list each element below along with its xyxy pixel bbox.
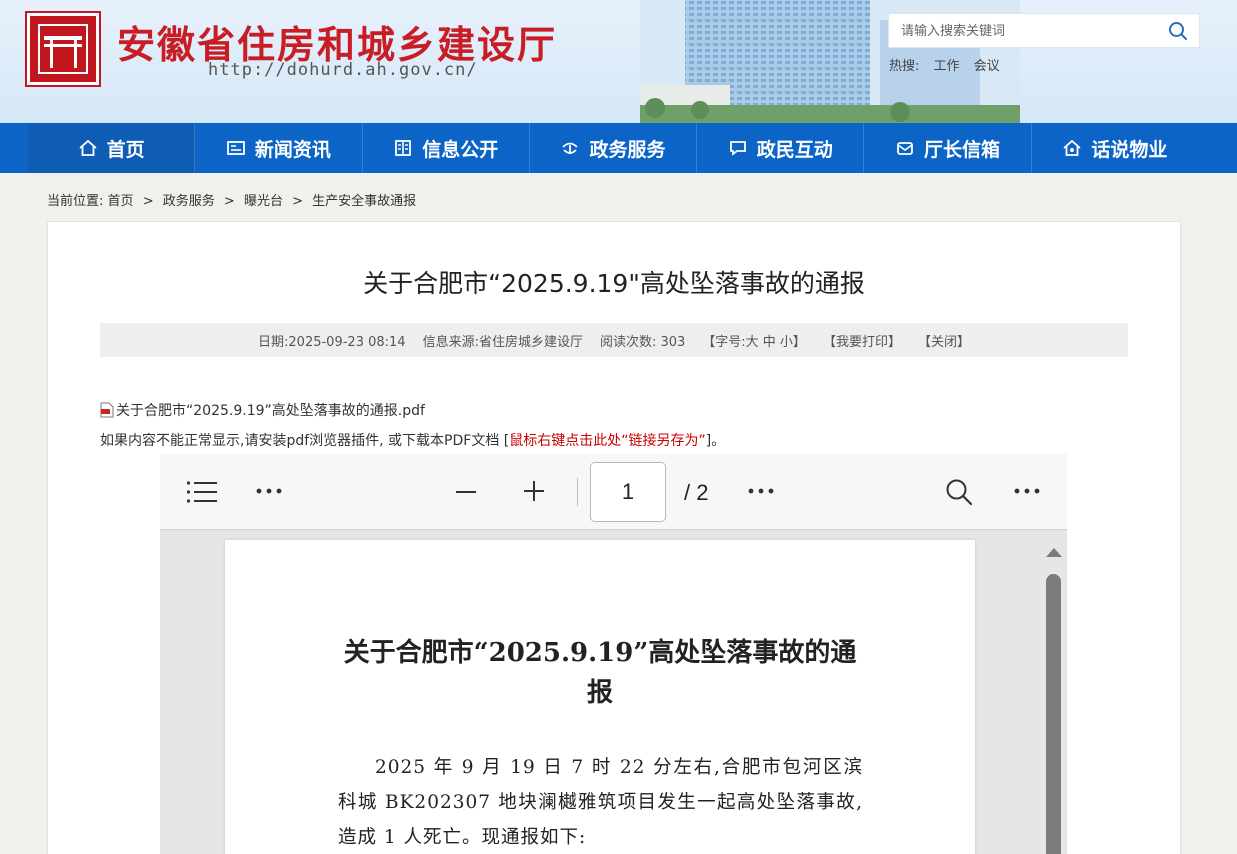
home-icon	[79, 139, 97, 156]
nav-item-home[interactable]: 首页	[28, 123, 196, 173]
zoom-out-icon[interactable]	[455, 481, 477, 503]
breadcrumb-item-home[interactable]: 首页	[108, 194, 134, 209]
search-box	[888, 13, 1200, 48]
breadcrumb-item-exposure[interactable]: 曝光台	[244, 194, 283, 209]
pdf-document-title: 关于合肥市“2025.9.19”高处坠落事故的通报	[343, 638, 857, 708]
pdf-attachment-name: 关于合肥市“2025.9.19”高处坠落事故的通报.pdf	[116, 403, 425, 419]
search-input[interactable]	[901, 21, 1161, 41]
site-header: 安徽省住房和城乡建设厅 http://dohurd.ah.gov.cn/ 热搜:…	[0, 0, 1237, 123]
book-icon	[395, 140, 412, 156]
nav-item-label: 政务服务	[589, 138, 666, 161]
mailbox-icon	[897, 142, 913, 155]
pdf-viewer: / 2 关于合肥市“2025.9.19”高处坠落事故的通报 2025 年 9 月…	[160, 454, 1067, 854]
page-number-input[interactable]	[590, 462, 666, 522]
nav-item-mailbox[interactable]: 厅长信箱	[864, 123, 1032, 173]
hot-search-term[interactable]: 工作	[934, 59, 960, 74]
close-link[interactable]: 【关闭】	[918, 331, 970, 350]
hot-search: 热搜: 工作 会议	[889, 55, 1010, 74]
nav-item-interaction[interactable]: 政民互动	[697, 123, 865, 173]
nav-item-label: 首页	[106, 138, 145, 161]
more-options-icon[interactable]	[1014, 487, 1040, 495]
nav-item-service[interactable]: 政务服务	[530, 123, 698, 173]
meta-date: 日期:2025-09-23 08:14	[258, 334, 406, 350]
nav-item-label: 厅长信箱	[924, 138, 1001, 161]
pdf-document-body: 2025 年 9 月 19 日 7 时 22 分左右,合肥市包河区滨科城 BK2…	[338, 757, 863, 848]
scroll-up-arrow-icon[interactable]	[1045, 546, 1063, 558]
notice-text: 如果内容不能正常显示,请安装pdf浏览器插件, 或下载本PDF文档 [	[100, 433, 510, 449]
outline-icon[interactable]	[186, 480, 218, 504]
breadcrumb-prefix: 当前位置:	[47, 194, 104, 209]
chat-icon	[729, 141, 746, 156]
breadcrumb-separator: >	[223, 194, 235, 209]
news-icon	[227, 141, 245, 155]
nav-item-label: 新闻资讯	[254, 138, 331, 161]
nav-item-label: 政民互动	[756, 138, 833, 161]
site-logo[interactable]	[25, 11, 101, 87]
print-link[interactable]: 【我要打印】	[823, 331, 901, 350]
breadcrumb-separator: >	[142, 194, 154, 209]
page-total: / 2	[684, 480, 709, 505]
more-options-icon[interactable]	[748, 487, 774, 495]
service-icon	[562, 142, 579, 154]
meta-source: 信息来源:省住房城乡建设厅	[422, 334, 583, 350]
property-icon	[1063, 139, 1081, 156]
search-icon[interactable]	[945, 478, 973, 506]
nav-item-disclosure[interactable]: 信息公开	[363, 123, 530, 173]
more-options-icon[interactable]	[256, 487, 282, 495]
breadcrumb-item-service[interactable]: 政务服务	[163, 194, 215, 209]
scrollbar-thumb[interactable]	[1046, 574, 1061, 854]
breadcrumb: 当前位置: 首页 > 政务服务 > 曝光台 > 生产安全事故通报	[47, 190, 416, 209]
main-nav: 首页 新闻资讯 信息公开 政务服务 政民互动 厅长信箱 话说物业	[0, 123, 1237, 173]
pdf-notice: 如果内容不能正常显示,请安装pdf浏览器插件, 或下载本PDF文档 [鼠标右键点…	[100, 430, 725, 450]
breadcrumb-item-accident-report[interactable]: 生产安全事故通报	[312, 194, 416, 209]
pdf-page: 关于合肥市“2025.9.19”高处坠落事故的通报 2025 年 9 月 19 …	[225, 540, 975, 854]
toolbar-divider	[577, 478, 578, 506]
zoom-in-icon[interactable]	[523, 480, 545, 502]
breadcrumb-separator: >	[292, 194, 303, 209]
hot-search-label: 热搜:	[889, 59, 920, 74]
hot-search-term[interactable]: 会议	[974, 59, 1000, 74]
pdf-attachment-link[interactable]: 关于合肥市“2025.9.19”高处坠落事故的通报.pdf	[100, 400, 425, 420]
download-link[interactable]: 鼠标右键点击此处“链接另存为”	[509, 433, 706, 449]
nav-item-property[interactable]: 话说物业	[1032, 123, 1198, 173]
search-icon[interactable]	[1167, 20, 1189, 42]
meta-reads: 阅读次数: 303	[599, 334, 686, 350]
nav-item-label: 信息公开	[422, 138, 499, 161]
article-title: 关于合肥市“2025.9.19"高处坠落事故的通报	[363, 269, 865, 298]
pdf-toolbar: / 2	[160, 454, 1067, 530]
nav-item-news[interactable]: 新闻资讯	[195, 123, 363, 173]
pdf-file-icon	[100, 402, 114, 418]
site-url: http://dohurd.ah.gov.cn/	[208, 60, 478, 80]
notice-end: ]。	[705, 433, 726, 449]
nav-item-label: 话说物业	[1091, 138, 1168, 161]
article-meta: 日期:2025-09-23 08:14 信息来源:省住房城乡建设厅 阅读次数: …	[100, 323, 1128, 357]
font-size-toggle[interactable]: 【字号:大 中 小】	[702, 331, 806, 350]
